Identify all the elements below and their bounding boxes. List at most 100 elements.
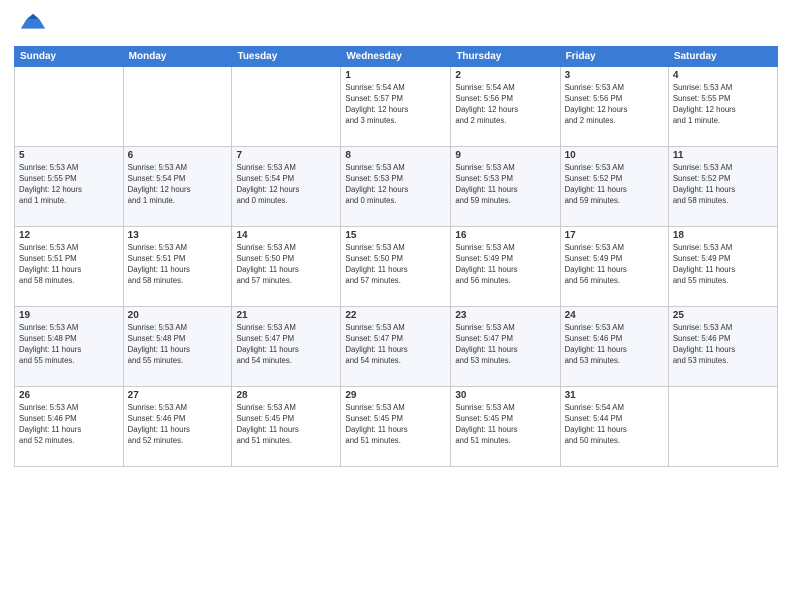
day-number: 7 [236, 150, 336, 161]
day-number: 28 [236, 390, 336, 401]
day-info: Sunrise: 5:53 AMSunset: 5:49 PMDaylight:… [673, 243, 773, 287]
day-info: Sunrise: 5:54 AMSunset: 5:56 PMDaylight:… [455, 83, 555, 127]
day-info: Sunrise: 5:53 AMSunset: 5:51 PMDaylight:… [19, 243, 119, 287]
day-number: 11 [673, 150, 773, 161]
day-number: 9 [455, 150, 555, 161]
day-info: Sunrise: 5:53 AMSunset: 5:48 PMDaylight:… [19, 323, 119, 367]
day-info: Sunrise: 5:53 AMSunset: 5:53 PMDaylight:… [455, 163, 555, 207]
calendar-cell: 24 Sunrise: 5:53 AMSunset: 5:46 PMDayligh… [560, 307, 668, 387]
day-number: 23 [455, 310, 555, 321]
day-info: Sunrise: 5:53 AMSunset: 5:46 PMDaylight:… [565, 323, 664, 367]
day-info: Sunrise: 5:53 AMSunset: 5:46 PMDaylight:… [128, 403, 228, 447]
day-number: 6 [128, 150, 228, 161]
day-of-week-header: Monday [123, 47, 232, 67]
calendar-cell: 5Sunrise: 5:53 AMSunset: 5:55 PMDaylight… [15, 147, 124, 227]
day-info: Sunrise: 5:53 AMSunset: 5:50 PMDaylight:… [236, 243, 336, 287]
calendar-cell: 28 Sunrise: 5:53 AMSunset: 5:45 PMDayligh… [232, 387, 341, 467]
calendar-cell: 2 Sunrise: 5:54 AMSunset: 5:56 PMDaylight… [451, 67, 560, 147]
calendar-week-row: 12 Sunrise: 5:53 AMSunset: 5:51 PMDayligh… [15, 227, 778, 307]
day-number: 15 [345, 230, 446, 241]
calendar-week-row: 26 Sunrise: 5:53 AMSunset: 5:46 PMDayligh… [15, 387, 778, 467]
calendar-cell: 20 Sunrise: 5:53 AMSunset: 5:48 PMDayligh… [123, 307, 232, 387]
calendar-cell [123, 67, 232, 147]
day-number: 27 [128, 390, 228, 401]
calendar-cell: 23 Sunrise: 5:53 AMSunset: 5:47 PMDayligh… [451, 307, 560, 387]
day-number: 8 [345, 150, 446, 161]
page: SundayMondayTuesdayWednesdayThursdayFrid… [0, 0, 792, 612]
calendar-week-row: 1 Sunrise: 5:54 AMSunset: 5:57 PMDaylight… [15, 67, 778, 147]
day-number: 21 [236, 310, 336, 321]
calendar-cell [232, 67, 341, 147]
day-number: 18 [673, 230, 773, 241]
calendar-cell [15, 67, 124, 147]
day-info: Sunrise: 5:53 AMSunset: 5:52 PMDaylight:… [565, 163, 664, 207]
day-number: 1 [345, 70, 446, 81]
day-of-week-header: Saturday [668, 47, 777, 67]
calendar-cell: 11 Sunrise: 5:53 AMSunset: 5:52 PMDayligh… [668, 147, 777, 227]
day-info: Sunrise: 5:53 AMSunset: 5:51 PMDaylight:… [128, 243, 228, 287]
day-number: 25 [673, 310, 773, 321]
logo-icon [19, 10, 47, 38]
day-number: 14 [236, 230, 336, 241]
day-info: Sunrise: 5:53 AMSunset: 5:54 PMDaylight:… [128, 163, 228, 207]
day-number: 17 [565, 230, 664, 241]
calendar-cell: 1 Sunrise: 5:54 AMSunset: 5:57 PMDaylight… [341, 67, 451, 147]
day-number: 16 [455, 230, 555, 241]
day-info: Sunrise: 5:53 AMSunset: 5:48 PMDaylight:… [128, 323, 228, 367]
day-number: 10 [565, 150, 664, 161]
calendar-cell: 17 Sunrise: 5:53 AMSunset: 5:49 PMDayligh… [560, 227, 668, 307]
calendar-week-row: 5Sunrise: 5:53 AMSunset: 5:55 PMDaylight… [15, 147, 778, 227]
day-number: 24 [565, 310, 664, 321]
day-info: Sunrise: 5:53 AMSunset: 5:47 PMDaylight:… [455, 323, 555, 367]
day-info: Sunrise: 5:53 AMSunset: 5:56 PMDaylight:… [565, 83, 664, 127]
day-number: 26 [19, 390, 119, 401]
day-info: Sunrise: 5:54 AMSunset: 5:57 PMDaylight:… [345, 83, 446, 127]
logo [14, 10, 47, 38]
calendar-week-row: 19 Sunrise: 5:53 AMSunset: 5:48 PMDayligh… [15, 307, 778, 387]
calendar-cell: 12 Sunrise: 5:53 AMSunset: 5:51 PMDayligh… [15, 227, 124, 307]
calendar-header-row: SundayMondayTuesdayWednesdayThursdayFrid… [15, 47, 778, 67]
calendar-cell: 31 Sunrise: 5:54 AMSunset: 5:44 PMDayligh… [560, 387, 668, 467]
calendar-cell: 22Sunrise: 5:53 AMSunset: 5:47 PMDayligh… [341, 307, 451, 387]
header [14, 10, 778, 38]
day-info: Sunrise: 5:53 AMSunset: 5:50 PMDaylight:… [345, 243, 446, 287]
day-number: 4 [673, 70, 773, 81]
day-number: 30 [455, 390, 555, 401]
day-info: Sunrise: 5:53 AMSunset: 5:45 PMDaylight:… [455, 403, 555, 447]
day-number: 22 [345, 310, 446, 321]
calendar-cell: 19 Sunrise: 5:53 AMSunset: 5:48 PMDayligh… [15, 307, 124, 387]
calendar-cell: 13 Sunrise: 5:53 AMSunset: 5:51 PMDayligh… [123, 227, 232, 307]
day-number: 29 [345, 390, 446, 401]
calendar-cell: 25Sunrise: 5:53 AMSunset: 5:46 PMDayligh… [668, 307, 777, 387]
day-info: Sunrise: 5:53 AMSunset: 5:49 PMDaylight:… [565, 243, 664, 287]
calendar-cell: 27 Sunrise: 5:53 AMSunset: 5:46 PMDayligh… [123, 387, 232, 467]
day-info: Sunrise: 5:53 AMSunset: 5:46 PMDaylight:… [19, 403, 119, 447]
day-number: 12 [19, 230, 119, 241]
day-info: Sunrise: 5:53 AMSunset: 5:47 PMDaylight:… [236, 323, 336, 367]
calendar-cell: 14 Sunrise: 5:53 AMSunset: 5:50 PMDayligh… [232, 227, 341, 307]
calendar-cell: 21 Sunrise: 5:53 AMSunset: 5:47 PMDayligh… [232, 307, 341, 387]
calendar-cell: 16Sunrise: 5:53 AMSunset: 5:49 PMDayligh… [451, 227, 560, 307]
calendar-cell [668, 387, 777, 467]
day-number: 31 [565, 390, 664, 401]
day-info: Sunrise: 5:53 AMSunset: 5:52 PMDaylight:… [673, 163, 773, 207]
calendar-cell: 8Sunrise: 5:53 AMSunset: 5:53 PMDaylight… [341, 147, 451, 227]
calendar-cell: 29Sunrise: 5:53 AMSunset: 5:45 PMDayligh… [341, 387, 451, 467]
day-number: 13 [128, 230, 228, 241]
day-number: 19 [19, 310, 119, 321]
day-number: 20 [128, 310, 228, 321]
calendar-cell: 30 Sunrise: 5:53 AMSunset: 5:45 PMDayligh… [451, 387, 560, 467]
day-info: Sunrise: 5:53 AMSunset: 5:55 PMDaylight:… [673, 83, 773, 127]
calendar-cell: 18 Sunrise: 5:53 AMSunset: 5:49 PMDayligh… [668, 227, 777, 307]
calendar-cell: 26 Sunrise: 5:53 AMSunset: 5:46 PMDayligh… [15, 387, 124, 467]
calendar-cell: 10 Sunrise: 5:53 AMSunset: 5:52 PMDayligh… [560, 147, 668, 227]
day-of-week-header: Sunday [15, 47, 124, 67]
day-info: Sunrise: 5:53 AMSunset: 5:45 PMDaylight:… [236, 403, 336, 447]
day-number: 5 [19, 150, 119, 161]
calendar-cell: 15 Sunrise: 5:53 AMSunset: 5:50 PMDayligh… [341, 227, 451, 307]
day-info: Sunrise: 5:54 AMSunset: 5:44 PMDaylight:… [565, 403, 664, 447]
day-number: 3 [565, 70, 664, 81]
calendar: SundayMondayTuesdayWednesdayThursdayFrid… [14, 46, 778, 467]
day-info: Sunrise: 5:53 AMSunset: 5:54 PMDaylight:… [236, 163, 336, 207]
day-number: 2 [455, 70, 555, 81]
